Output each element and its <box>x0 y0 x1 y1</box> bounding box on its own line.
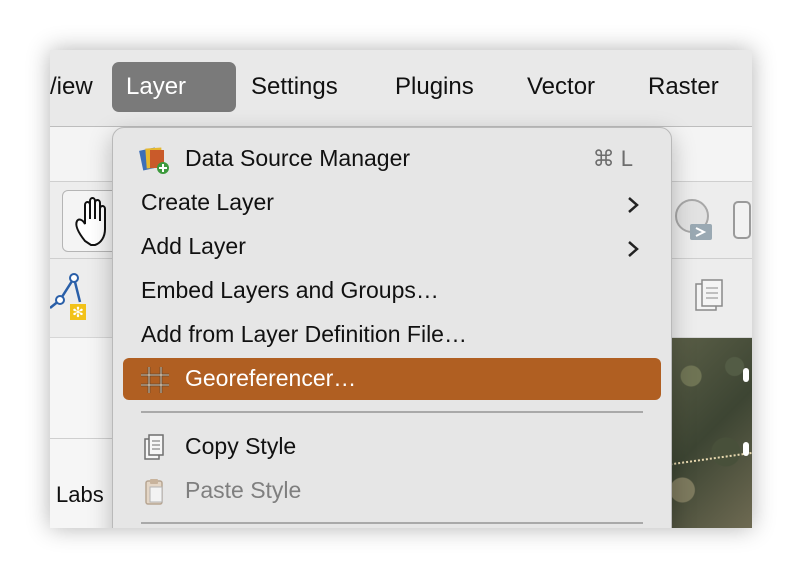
menu-item-georeferencer[interactable]: Georeferencer… <box>123 358 661 400</box>
chevron-right-icon <box>628 241 639 257</box>
menu-separator <box>141 522 643 524</box>
chevron-right-icon <box>628 197 639 213</box>
menu-settings[interactable]: Settings <box>237 62 352 112</box>
menu-item-copy-style[interactable]: Copy Style <box>123 426 661 468</box>
menu-item-data-source-manager[interactable]: Data Source Manager ⌘ L <box>123 138 661 180</box>
scroll-icon <box>733 201 751 239</box>
menu-item-label: Data Source Manager <box>185 145 411 171</box>
copy-style-icon <box>144 434 164 460</box>
menu-item-label: Paste Style <box>185 477 302 503</box>
menu-view[interactable]: /iew <box>50 62 107 112</box>
menu-item-create-layer[interactable]: Create Layer <box>123 182 661 224</box>
menu-layer[interactable]: Layer <box>112 62 236 112</box>
menu-item-paste-style[interactable]: Paste Style <box>123 470 661 512</box>
map-canvas[interactable] <box>665 338 752 528</box>
menu-separator <box>141 411 643 413</box>
qgis-window: /iew Layer Settings Plugins Vector Raste… <box>50 50 752 528</box>
menu-item-label: Create Layer <box>141 189 274 215</box>
menu-item-label: Georeferencer… <box>185 365 357 391</box>
document-icon <box>695 279 723 311</box>
menu-item-add-layer[interactable]: Add Layer <box>123 226 661 268</box>
menu-vector[interactable]: Vector <box>513 62 609 112</box>
data-source-manager-icon <box>139 147 169 174</box>
menu-item-embed-layers[interactable]: Embed Layers and Groups… <box>123 270 661 312</box>
menu-item-add-from-definition-file[interactable]: Add from Layer Definition File… <box>123 314 661 356</box>
digitize-vertex-icon: ✻ <box>50 273 86 321</box>
layers-panel-label: Labs <box>56 482 104 507</box>
keyboard-shortcut: ⌘ L <box>592 146 633 171</box>
paste-style-icon <box>145 479 163 505</box>
menu-item-label: Embed Layers and Groups… <box>141 277 439 303</box>
georeferencer-grid-icon <box>141 367 169 393</box>
menu-item-label: Copy Style <box>185 433 297 459</box>
menu-raster[interactable]: Raster <box>634 62 733 112</box>
layer-menu-dropdown: Data Source Manager ⌘ L Create Layer Add… <box>112 127 672 528</box>
menu-bar: /iew Layer Settings Plugins Vector Raste… <box>50 50 752 127</box>
svg-text:✻: ✻ <box>72 305 84 321</box>
menu-plugins[interactable]: Plugins <box>381 62 488 112</box>
menu-item-label: Add from Layer Definition File… <box>141 321 467 347</box>
zoom-identify-icon <box>675 199 712 240</box>
menu-item-label: Add Layer <box>141 233 246 259</box>
